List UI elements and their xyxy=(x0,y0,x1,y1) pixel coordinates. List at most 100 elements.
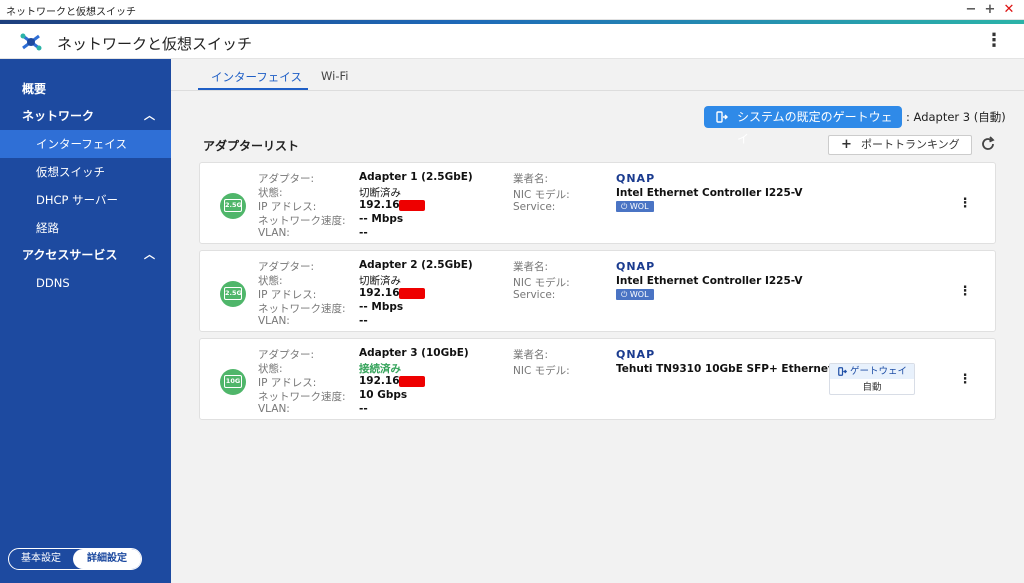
speed-label: ネットワーク速度: xyxy=(258,391,346,403)
maximize-button[interactable]: + xyxy=(981,1,999,19)
gateway-badge-header: ゲートウェイ xyxy=(830,364,914,379)
gateway-icon xyxy=(716,111,728,123)
mode-toggle[interactable]: 基本設定 詳細設定 xyxy=(8,548,142,570)
speed-label: ネットワーク速度: xyxy=(258,215,346,227)
basic-settings-option[interactable]: 基本設定 xyxy=(11,549,71,569)
app-header: ネットワークと仮想スイッチ ⋮ xyxy=(0,24,1024,59)
advanced-settings-option[interactable]: 詳細設定 xyxy=(73,549,141,569)
tab-wifi[interactable]: Wi-Fi xyxy=(321,69,348,83)
ip-label: IP アドレス: xyxy=(258,377,317,389)
tab-bar: インターフェイス Wi-Fi xyxy=(171,59,1024,91)
adapter-name: Adapter 2 (2.5GbE) xyxy=(359,259,473,271)
service-label: Service: xyxy=(513,201,556,213)
ethernet-port-icon: 2.5G xyxy=(220,193,246,219)
chevron-up-icon: ︿ xyxy=(144,109,155,122)
default-gateway-button[interactable]: システムの既定のゲートウェイ xyxy=(704,106,902,146)
gateway-status: : Adapter 3 (自動) xyxy=(906,110,1006,124)
adapter-label: アダプター: xyxy=(258,349,315,361)
ip-label: IP アドレス: xyxy=(258,289,317,301)
sidebar-item-label: アクセスサービス xyxy=(22,248,118,262)
ethernet-port-icon: 2.5G xyxy=(220,281,246,307)
sidebar-item-label: インターフェイス xyxy=(36,137,127,151)
wol-badge: ⏻ WOL xyxy=(616,289,654,300)
more-options-icon[interactable]: ⋮ xyxy=(957,196,973,212)
redaction-mark xyxy=(399,376,425,387)
sidebar-item-interface[interactable]: インターフェイス xyxy=(0,130,171,158)
status-label: 状態: xyxy=(258,363,283,375)
service-label: Service: xyxy=(513,289,556,301)
status-label: 状態: xyxy=(258,275,283,287)
adapter-list-title: アダプターリスト xyxy=(203,139,300,153)
sidebar-item-network[interactable]: ネットワーク ︿ xyxy=(0,102,171,130)
gateway-badge[interactable]: ゲートウェイ 自動 xyxy=(829,363,915,395)
ip-label: IP アドレス: xyxy=(258,201,317,213)
vendor-logo: QNAP xyxy=(616,348,656,361)
speed-label: ネットワーク速度: xyxy=(258,303,346,315)
vlan-label: VLAN: xyxy=(258,315,290,327)
sidebar-item-label: ネットワーク xyxy=(22,109,95,123)
sidebar-item-ddns[interactable]: DDNS xyxy=(0,269,171,297)
vendor-logo: QNAP xyxy=(616,260,656,273)
vendor-label: 業者名: xyxy=(513,349,549,361)
gateway-icon xyxy=(838,367,847,376)
redaction-mark xyxy=(399,200,425,211)
chevron-up-icon: ︿ xyxy=(144,248,155,261)
minimize-button[interactable]: − xyxy=(962,1,980,19)
nic-model-label: NIC モデル: xyxy=(513,277,570,289)
app-title: ネットワークと仮想スイッチ xyxy=(57,35,253,53)
adapter-card: 2.5G アダプター: Adapter 2 (2.5GbE) 状態: 切断済み … xyxy=(199,250,996,332)
sidebar-item-access-services[interactable]: アクセスサービス ︿ xyxy=(0,241,171,269)
refresh-icon[interactable] xyxy=(980,136,996,152)
adapter-name: Adapter 3 (10GbE) xyxy=(359,347,469,359)
sidebar: 概要 ネットワーク ︿ インターフェイス 仮想スイッチ DHCP サーバー 経路… xyxy=(0,59,171,583)
wol-label: WOL xyxy=(629,290,649,299)
vendor-label: 業者名: xyxy=(513,173,549,185)
close-button[interactable]: ✕ xyxy=(1000,1,1018,19)
window-titlebar: ネットワークと仮想スイッチ − + ✕ xyxy=(0,0,1024,20)
sidebar-item-label: 概要 xyxy=(22,82,47,96)
network-speed: -- Mbps xyxy=(359,213,404,225)
sidebar-item-label: DDNS xyxy=(36,276,70,290)
vlan-label: VLAN: xyxy=(258,227,290,239)
vlan-value: -- xyxy=(359,403,368,415)
sidebar-item-overview[interactable]: 概要 xyxy=(0,75,171,103)
adapter-label: アダプター: xyxy=(258,173,315,185)
wol-badge: ⏻ WOL xyxy=(616,201,654,212)
gateway-badge-label: ゲートウェイ xyxy=(850,366,908,377)
nic-model-label: NIC モデル: xyxy=(513,189,570,201)
wol-label: WOL xyxy=(629,202,649,211)
window-title: ネットワークと仮想スイッチ xyxy=(6,7,136,18)
sidebar-item-label: 経路 xyxy=(36,221,59,235)
network-app-icon xyxy=(20,33,42,51)
more-menu-icon[interactable]: ⋮ xyxy=(985,30,1003,54)
adapter-status: 接続済み xyxy=(359,363,401,375)
vendor-label: 業者名: xyxy=(513,261,549,273)
nic-model: Intel Ethernet Controller I225-V xyxy=(616,275,803,287)
redaction-mark xyxy=(399,288,425,299)
port-trunking-button[interactable]: + ポートトランキング xyxy=(828,135,972,155)
sidebar-item-dhcp-server[interactable]: DHCP サーバー xyxy=(0,186,171,214)
port-speed-badge: 2.5G xyxy=(224,199,242,212)
tab-interface[interactable]: インターフェイス xyxy=(211,69,302,85)
vendor-logo: QNAP xyxy=(616,172,656,185)
port-speed-badge: 2.5G xyxy=(224,287,242,300)
ethernet-port-icon: 10G xyxy=(220,369,246,395)
more-options-icon[interactable]: ⋮ xyxy=(957,284,973,300)
gateway-mode: 自動 xyxy=(862,382,882,393)
active-tab-indicator xyxy=(198,88,308,90)
port-trunking-label: ポートトランキング xyxy=(861,138,960,151)
sidebar-item-routing[interactable]: 経路 xyxy=(0,214,171,242)
sidebar-item-label: DHCP サーバー xyxy=(36,193,119,207)
main-content: インターフェイス Wi-Fi システムの既定のゲートウェイ : Adapter … xyxy=(171,59,1024,583)
vlan-value: -- xyxy=(359,227,368,239)
plus-icon: + xyxy=(841,137,852,152)
more-options-icon[interactable]: ⋮ xyxy=(957,372,973,388)
sidebar-item-virtual-switch[interactable]: 仮想スイッチ xyxy=(0,158,171,186)
adapter-card: 10G アダプター: Adapter 3 (10GbE) 状態: 接続済み IP… xyxy=(199,338,996,420)
adapter-status: 切断済み xyxy=(359,275,401,287)
sidebar-item-label: 仮想スイッチ xyxy=(36,165,105,179)
network-speed: 10 Gbps xyxy=(359,389,408,401)
port-speed-badge: 10G xyxy=(224,375,242,388)
nic-model: Intel Ethernet Controller I225-V xyxy=(616,187,803,199)
nic-model-label: NIC モデル: xyxy=(513,365,570,377)
